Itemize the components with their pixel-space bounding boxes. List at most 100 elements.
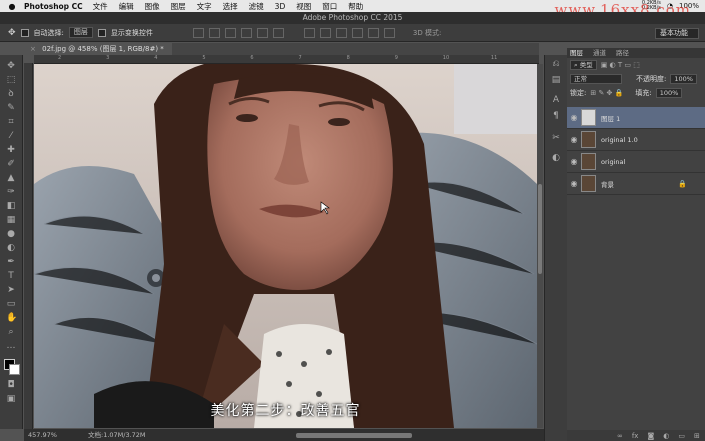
layer-row[interactable]: ◉ 图层 1	[567, 107, 705, 129]
menu-file[interactable]: 文件	[93, 1, 108, 12]
move-tool-icon[interactable]: ✥	[8, 28, 16, 38]
paragraph-panel-icon[interactable]: ¶	[551, 111, 561, 121]
crop-tool-icon[interactable]: ⌗	[6, 117, 16, 127]
distribute-top-icon[interactable]	[303, 27, 315, 38]
adjustment-layer-icon[interactable]: ◐	[663, 432, 669, 440]
properties-panel-icon[interactable]: ▤	[551, 75, 561, 85]
eyedropper-tool-icon[interactable]: ⁄	[6, 131, 16, 141]
menu-select[interactable]: 选择	[223, 1, 238, 12]
shape-tool-icon[interactable]: ▭	[6, 299, 16, 309]
close-tab-icon[interactable]: ×	[30, 45, 36, 53]
zoom-level[interactable]: 457.97%	[28, 429, 57, 441]
workspace-switcher[interactable]: 基本功能	[655, 28, 699, 39]
distribute-hcenter-icon[interactable]	[367, 27, 379, 38]
align-bottom-icon[interactable]	[224, 27, 236, 38]
menu-edit[interactable]: 编辑	[119, 1, 134, 12]
menu-type[interactable]: 文字	[197, 1, 212, 12]
menu-image[interactable]: 图像	[145, 1, 160, 12]
layers-panel-footer: ∞ fx ◙ ◐ ▭ ⊞ 🗑	[567, 430, 705, 441]
align-left-icon[interactable]	[240, 27, 252, 38]
align-vcenter-icon[interactable]	[208, 27, 220, 38]
quick-mask-icon[interactable]: ◘	[6, 380, 16, 390]
layers-panel: 图层 通道 路径 ⌕ 类型 ▣ ◐ T ▭ ⬚ 正常 不透明度: 100% 锁定…	[567, 48, 705, 441]
menu-help[interactable]: 帮助	[348, 1, 363, 12]
zoom-tool-icon[interactable]: ⌕	[6, 327, 16, 337]
tool-presets-icon[interactable]: ✂	[551, 133, 561, 143]
lock-icons[interactable]: ⊞ ✎ ✥ 🔒	[590, 89, 623, 97]
brush-tool-icon[interactable]: ✐	[6, 159, 16, 169]
healing-brush-tool-icon[interactable]: ✚	[6, 145, 16, 155]
app-menu[interactable]: Photoshop CC	[24, 2, 83, 11]
add-mask-icon[interactable]: ◙	[647, 432, 654, 440]
layer-style-icon[interactable]: fx	[632, 432, 639, 440]
lasso-tool-icon[interactable]: ꝺ	[6, 89, 16, 99]
distribute-left-icon[interactable]	[351, 27, 363, 38]
align-top-icon[interactable]	[192, 27, 204, 38]
distribute-bottom-icon[interactable]	[335, 27, 347, 38]
screen-mode-icon[interactable]: ▣	[6, 394, 16, 404]
tab-paths[interactable]: 路径	[616, 48, 629, 58]
eye-icon[interactable]: ◉	[567, 157, 581, 166]
menu-3d[interactable]: 3D	[275, 2, 286, 11]
blend-mode-select[interactable]: 正常	[570, 74, 622, 84]
show-transform-checkbox[interactable]	[97, 28, 106, 37]
character-panel-icon[interactable]: A	[551, 95, 561, 105]
clone-stamp-tool-icon[interactable]: ▲	[6, 173, 16, 183]
eraser-tool-icon[interactable]: ◧	[6, 201, 16, 211]
layer-row[interactable]: ◉ original 1.0	[567, 129, 705, 151]
layer-kind-filter[interactable]: ⌕ 类型	[570, 60, 597, 70]
history-panel-icon[interactable]: ⎌	[551, 59, 561, 69]
layer-thumbnail	[581, 175, 596, 192]
show-transform-label: 显示变换控件	[110, 28, 153, 37]
apple-icon[interactable]: ●	[6, 2, 18, 11]
distribute-vcenter-icon[interactable]	[319, 27, 331, 38]
auto-select-dropdown[interactable]: 图层	[68, 27, 93, 38]
eye-icon[interactable]: ◉	[567, 135, 581, 144]
hand-tool-icon[interactable]: ✋	[6, 313, 17, 323]
history-brush-tool-icon[interactable]: ✑	[6, 187, 16, 197]
menu-layer[interactable]: 图层	[171, 1, 186, 12]
quick-select-tool-icon[interactable]: ✎	[6, 103, 16, 113]
menu-view[interactable]: 视图	[296, 1, 311, 12]
layer-thumbnail	[581, 109, 596, 126]
new-group-icon[interactable]: ▭	[678, 432, 685, 440]
ruler-tick-label: 3	[106, 55, 110, 61]
distribute-right-icon[interactable]	[383, 27, 395, 38]
filter-icons[interactable]: ▣ ◐ T ▭ ⬚	[601, 61, 640, 69]
menu-window[interactable]: 窗口	[322, 1, 337, 12]
background-color-swatch[interactable]	[9, 364, 20, 375]
layer-row[interactable]: ◉ 背景 🔒	[567, 173, 705, 195]
align-right-icon[interactable]	[272, 27, 284, 38]
more-tools-icon[interactable]: …	[6, 341, 16, 351]
opacity-input[interactable]: 100%	[670, 74, 697, 84]
fill-label: 填充:	[635, 89, 652, 97]
align-hcenter-icon[interactable]	[256, 27, 268, 38]
type-tool-icon[interactable]: T	[6, 271, 16, 281]
move-tool-icon[interactable]: ✥	[6, 61, 16, 71]
layer-row[interactable]: ◉ original	[567, 151, 705, 173]
blur-tool-icon[interactable]: ●	[6, 229, 16, 239]
new-layer-icon[interactable]: ⊞	[694, 432, 700, 440]
vertical-scroll-thumb[interactable]	[538, 184, 542, 274]
eye-icon[interactable]: ◉	[567, 113, 581, 122]
tab-layers[interactable]: 图层	[570, 48, 583, 58]
link-layers-icon[interactable]: ∞	[617, 432, 623, 440]
marquee-tool-icon[interactable]: ⬚	[6, 75, 16, 85]
adjustments-panel-icon[interactable]: ◐	[551, 153, 561, 163]
document-tab[interactable]: × 02f.jpg @ 458% (图层 1, RGB/8#) *	[24, 43, 172, 55]
auto-select-checkbox[interactable]	[20, 28, 29, 37]
fill-input[interactable]: 100%	[655, 88, 683, 98]
tab-channels[interactable]: 通道	[593, 48, 606, 58]
menu-filter[interactable]: 滤镜	[249, 1, 264, 12]
horizontal-scroll-thumb[interactable]	[296, 433, 412, 438]
dodge-tool-icon[interactable]: ◐	[6, 243, 16, 253]
lock-icon[interactable]: 🔒	[678, 180, 687, 188]
pen-tool-icon[interactable]: ✒	[6, 257, 16, 267]
document-canvas[interactable]	[34, 64, 537, 428]
gradient-tool-icon[interactable]: ▦	[6, 215, 16, 225]
photo-image	[34, 64, 537, 428]
vertical-scrollbar[interactable]	[537, 64, 543, 428]
auto-select-label: 自动选择:	[33, 28, 64, 37]
eye-icon[interactable]: ◉	[567, 179, 581, 188]
path-select-tool-icon[interactable]: ➤	[6, 285, 16, 295]
